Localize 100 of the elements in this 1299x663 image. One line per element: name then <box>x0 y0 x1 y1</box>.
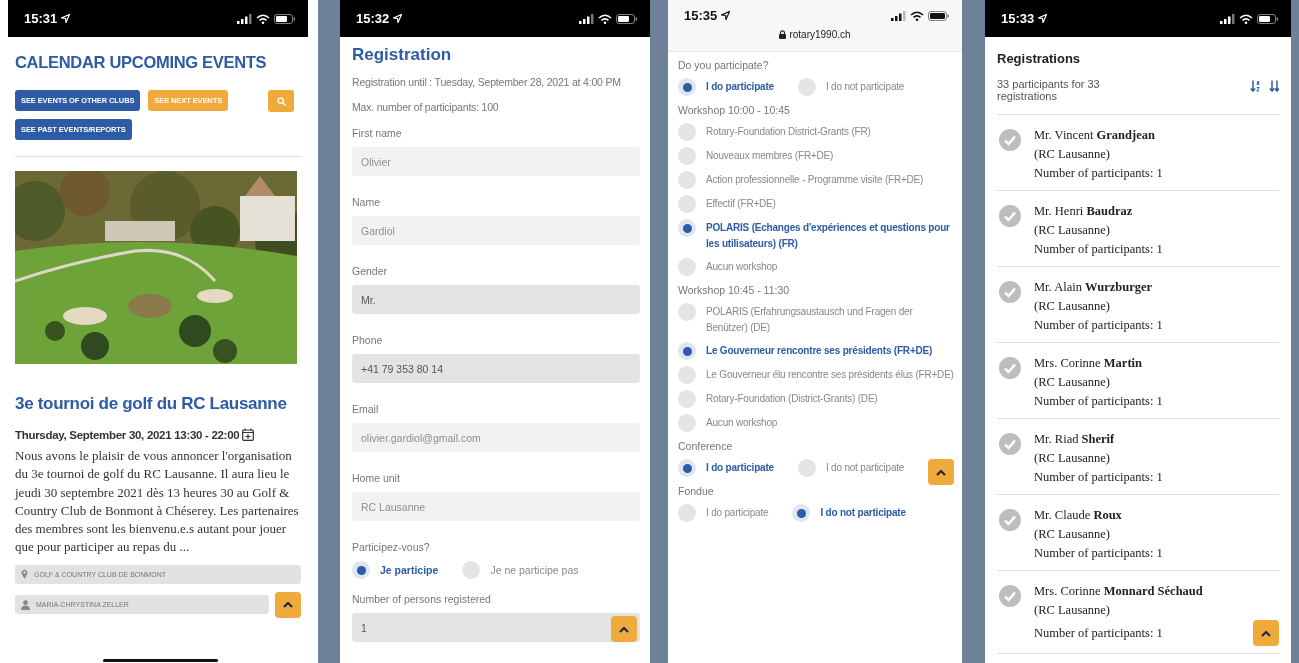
option-label: POLARIS (Echanges d'expériences et questions pour les utilisateurs) (FR) <box>706 221 951 251</box>
option-label: POLARIS (Erfahrungsaustausch und Fragen der Benützer) (DE) <box>706 305 914 335</box>
radio-button[interactable] <box>678 219 696 237</box>
option-label: Aucun workshop <box>706 260 778 274</box>
participant-name: Mr. Vincent Grandjean <box>1034 127 1156 144</box>
battery-icon <box>616 13 638 24</box>
event-date: Thursday, September 30, 2021 13:30 - 22:00 <box>15 428 240 441</box>
field-label: Home unit <box>352 472 401 484</box>
option-label: I do not participate <box>825 80 905 94</box>
radio-button[interactable] <box>678 123 696 141</box>
search-button[interactable] <box>268 90 294 112</box>
input-field[interactable]: Mr. <box>352 285 640 314</box>
radio-button[interactable] <box>462 561 481 579</box>
sort-descending-icon[interactable] <box>1269 80 1279 92</box>
signal-icon <box>237 13 252 24</box>
radio-button[interactable] <box>678 504 696 522</box>
input-field[interactable]: +41 79 353 80 14 <box>352 354 640 383</box>
radio-button[interactable] <box>678 195 696 213</box>
question-label: Conference <box>678 440 734 452</box>
search-icon <box>276 96 286 106</box>
option-label: Action professionnelle - Programme visite (FR+DE) <box>706 173 924 187</box>
option-label: I do participate <box>706 461 774 475</box>
calendar-add-icon[interactable] <box>242 428 255 441</box>
wifi-icon <box>256 13 270 24</box>
radio-button[interactable] <box>797 78 816 96</box>
location-arrow-icon <box>1038 14 1048 23</box>
field-label: Gender <box>352 265 389 277</box>
participant-club: (RC Lausanne) <box>1034 450 1112 467</box>
sort-alphabetical-icon[interactable] <box>1250 80 1260 92</box>
participant-count: Number of participants: 1 <box>1034 624 1163 642</box>
option-label: I do participate <box>706 506 769 520</box>
wifi-icon <box>910 10 924 21</box>
location-pin-icon <box>21 569 28 580</box>
scroll-to-top-button[interactable] <box>1253 620 1279 646</box>
option-label: Le Gouverneur élu rencontre ses présidents élus (FR+DE) <box>706 368 954 382</box>
field-label: Name <box>352 196 381 208</box>
check-circle-icon <box>999 281 1021 303</box>
field-label: First name <box>352 127 403 139</box>
radio-button[interactable] <box>678 258 696 276</box>
radio-button[interactable] <box>678 342 696 360</box>
participant-count: Number of participants: 1 <box>1034 393 1163 410</box>
battery-icon <box>274 13 296 24</box>
caret-up-icon <box>1261 629 1271 637</box>
participant-name: Mr. Claude Roux <box>1034 507 1123 524</box>
radio-button[interactable] <box>678 366 696 384</box>
location-arrow-icon <box>393 14 403 23</box>
option-label: Nouveaux membres (FR+DE) <box>706 149 834 163</box>
radio-button[interactable] <box>352 561 370 579</box>
question-label: Workshop 10:45 - 11:30 <box>678 284 791 296</box>
status-time: 15:32 <box>356 11 390 26</box>
radio-button[interactable] <box>678 459 696 477</box>
page-title: CALENDAR UPCOMING EVENTS <box>15 53 268 72</box>
option-label: Effectif (FR+DE) <box>706 197 776 211</box>
radio-button[interactable] <box>678 171 696 189</box>
option-label: Je ne participe pas <box>490 563 579 578</box>
max-participants-text: Max. number of participants: 100 <box>352 102 500 113</box>
option-label: Rotary-Foundation District-Grants (FR) <box>706 125 871 139</box>
field-label: Number of persons registered <box>352 593 492 605</box>
radio-button[interactable] <box>678 147 696 165</box>
wifi-icon <box>598 13 612 24</box>
scroll-to-top-button[interactable] <box>611 616 637 642</box>
check-circle-icon <box>999 433 1021 455</box>
radio-button[interactable] <box>678 303 696 321</box>
participant-count: Number of participants: 1 <box>1034 165 1163 182</box>
signal-icon <box>1220 13 1235 24</box>
participant-count: Number of participants: 1 <box>1034 469 1163 486</box>
input-field[interactable]: 1 <box>352 613 640 642</box>
option-label: Aucun workshop <box>706 416 778 430</box>
radio-button[interactable] <box>678 78 696 96</box>
participant-name: Mr. Henri Baudraz <box>1034 203 1134 220</box>
check-circle-icon <box>999 129 1021 151</box>
person-icon <box>21 599 30 610</box>
question-label: Workshop 10:00 - 10:45 <box>678 104 791 116</box>
wifi-icon <box>1239 13 1253 24</box>
question-label: Do you participate? <box>678 59 770 71</box>
participant-club: (RC Lausanne) <box>1034 526 1112 543</box>
battery-icon <box>1257 13 1279 24</box>
address-bar-url[interactable]: rotary1990.ch <box>789 29 851 40</box>
participant-name: Mr. Riad Sherif <box>1034 431 1116 448</box>
check-circle-icon <box>999 509 1021 531</box>
radio-button[interactable] <box>678 390 696 408</box>
scroll-to-top-button[interactable] <box>928 459 954 485</box>
radio-button[interactable] <box>797 459 816 477</box>
option-label: Rotary-Foundation (District-Grants) (DE) <box>706 392 878 406</box>
radio-button[interactable] <box>678 414 696 432</box>
participant-count: Number of participants: 1 <box>1034 241 1163 258</box>
option-label: I do not participate <box>825 461 905 475</box>
field-label: Phone <box>352 334 384 346</box>
location-arrow-icon <box>61 14 71 23</box>
radio-button[interactable] <box>792 504 811 522</box>
scroll-to-top-button[interactable] <box>275 591 301 618</box>
participant-name: Mrs. Corinne Monnard Séchaud <box>1034 583 1204 600</box>
field-label: Email <box>352 403 380 415</box>
question-label: Fondue <box>678 485 715 497</box>
deadline-text: Registration until : Tuesday, September 28, 2021 at 4:00 PM <box>352 77 622 88</box>
location-arrow-icon <box>721 11 731 20</box>
status-time: 15:31 <box>24 11 58 26</box>
signal-icon <box>579 13 594 24</box>
event-description: Nous avons le plaisir de vous annoncer l'organisation du 3e tournoi de golf du RC Lausanne. Il aura lieu le jeudi 30 septembre 2021 dès 13 heures 30 au Golf & Country Club de Bonmont à Chéserey. Les partenaires des membres sont les bienvenu.e.s autant pour jouer que pour participer au repas du ... <box>15 447 300 557</box>
event-title: 3e tournoi de golf du RC Lausanne <box>15 394 288 414</box>
